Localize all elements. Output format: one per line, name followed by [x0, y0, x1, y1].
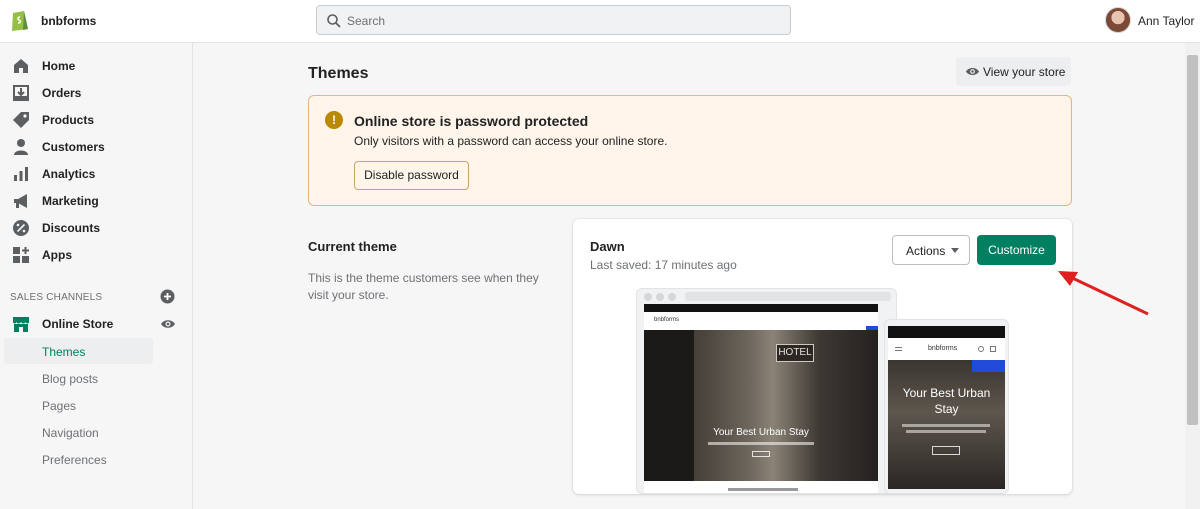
below-hero-text — [728, 488, 798, 491]
sidebar-item-marketing[interactable]: Marketing — [0, 188, 193, 214]
sidebar-item-discounts[interactable]: Discounts — [0, 215, 193, 241]
disable-password-button[interactable]: Disable password — [354, 161, 469, 190]
mobile-preview[interactable]: bnbforms Your Best Urban Stay — [884, 319, 1009, 494]
store-icon — [13, 317, 29, 332]
sidebar-item-customers[interactable]: Customers — [0, 134, 193, 160]
home-icon — [14, 59, 28, 73]
sidebar-subitem-preferences[interactable]: Preferences — [42, 453, 107, 467]
search-input[interactable]: Search — [316, 5, 791, 35]
sidebar-item-label: Analytics — [42, 167, 96, 181]
sidebar-subitem-pages[interactable]: Pages — [42, 399, 76, 413]
view-store-button[interactable]: View your store — [956, 57, 1071, 86]
sidebar-item-label: Discounts — [42, 221, 101, 235]
add-channel-icon[interactable] — [160, 289, 175, 304]
hero-button — [932, 446, 960, 455]
discount-icon — [13, 220, 29, 236]
actions-label: Actions — [906, 244, 946, 258]
annotation-arrow-icon — [1058, 271, 1149, 316]
preview-brand: bnbforms — [654, 317, 680, 323]
hero-button — [752, 451, 770, 457]
sidebar-item-label: Customers — [42, 140, 105, 154]
desktop-preview[interactable]: bnbforms HOTEL Your Best Urban Stay — [636, 288, 897, 494]
theme-last-saved: Last saved: 17 minutes ago — [590, 258, 737, 272]
address-bar — [685, 292, 891, 301]
sidebar-item-label: Products — [42, 113, 95, 127]
hero-image: Your Best Urban Stay — [888, 360, 1005, 489]
user-name[interactable]: Ann Taylor — [1138, 14, 1194, 28]
desktop-screen: bnbforms HOTEL Your Best Urban Stay — [644, 304, 878, 493]
caret-down-icon — [951, 248, 959, 253]
sidebar-item-label: Orders — [42, 86, 82, 100]
sidebar-item-label: Marketing — [42, 194, 99, 208]
mobile-screen: bnbforms Your Best Urban Stay — [888, 326, 1005, 489]
orders-icon — [13, 85, 29, 101]
warning-icon: ! — [325, 111, 343, 129]
announcement-bar — [644, 304, 878, 312]
tag-icon — [13, 112, 29, 128]
shopify-logo-icon[interactable] — [10, 8, 30, 32]
hero-image: HOTEL Your Best Urban Stay — [644, 330, 878, 481]
search-placeholder: Search — [347, 14, 386, 28]
hotel-sign: HOTEL — [776, 344, 814, 362]
hero-doorway — [644, 330, 694, 481]
hero-headline: Your Best Urban Stay — [713, 427, 809, 438]
scrollbar-thumb[interactable] — [1187, 55, 1198, 425]
password-banner: ! Online store is password protected Onl… — [308, 95, 1072, 206]
person-icon — [14, 139, 28, 155]
hero-subtext — [902, 424, 990, 427]
sidebar-item-apps[interactable]: Apps — [0, 242, 193, 268]
banner-title: Online store is password protected — [354, 113, 589, 129]
search-icon — [327, 14, 341, 28]
announcement-bar — [888, 326, 1005, 338]
theme-card: Dawn Last saved: 17 minutes ago Actions … — [573, 219, 1072, 494]
sales-channels-heading: SALES CHANNELS — [10, 292, 103, 303]
current-theme-heading: Current theme — [308, 239, 397, 254]
sidebar-item-label: Apps — [42, 248, 72, 262]
bar-chart-icon — [14, 167, 28, 181]
apps-icon — [13, 247, 29, 263]
window-dot-icon — [656, 293, 664, 301]
search-icon — [978, 346, 984, 352]
theme-name: Dawn — [590, 239, 625, 254]
eye-icon — [965, 67, 980, 76]
hero-subtext — [906, 430, 986, 433]
actions-dropdown-button[interactable]: Actions — [892, 235, 970, 265]
preview-header: bnbforms — [888, 338, 1005, 360]
sidebar-item-label: Online Store — [42, 317, 114, 331]
sidebar-subitem-themes[interactable]: Themes — [42, 345, 85, 359]
preview-brand: bnbforms — [928, 345, 958, 352]
hero-subtext — [708, 442, 814, 445]
sidebar-item-products[interactable]: Products — [0, 107, 193, 133]
view-store-label: View your store — [983, 65, 1066, 79]
megaphone-icon — [14, 194, 27, 208]
window-dot-icon — [668, 293, 676, 301]
window-dot-icon — [644, 293, 652, 301]
top-bar: bnbforms Search Ann Taylor — [0, 0, 1200, 43]
sidebar-subitem-blog-posts[interactable]: Blog posts — [42, 372, 98, 386]
page-title: Themes — [308, 65, 369, 82]
current-theme-description: This is the theme customers see when the… — [308, 271, 539, 302]
sidebar-subitem-navigation[interactable]: Navigation — [42, 426, 99, 440]
sidebar-item-analytics[interactable]: Analytics — [0, 161, 193, 187]
customize-button[interactable]: Customize — [977, 235, 1056, 265]
menu-icon — [895, 347, 902, 351]
eye-icon[interactable] — [160, 316, 176, 332]
avatar[interactable] — [1105, 7, 1131, 33]
sidebar-item-label: Home — [42, 59, 76, 73]
preview-header: bnbforms — [644, 312, 878, 334]
sidebar-item-home[interactable]: Home — [0, 53, 193, 79]
banner-description: Only visitors with a password can access… — [354, 134, 668, 148]
preview-cta — [972, 360, 1005, 372]
sidebar-item-orders[interactable]: Orders — [0, 80, 193, 106]
cart-icon — [990, 346, 996, 352]
hero-headline: Your Best Urban Stay — [902, 386, 991, 416]
sidebar: Home Orders Products Customers Analytics… — [0, 43, 193, 509]
store-name[interactable]: bnbforms — [41, 14, 96, 28]
page-scrollbar[interactable] — [1185, 43, 1200, 509]
